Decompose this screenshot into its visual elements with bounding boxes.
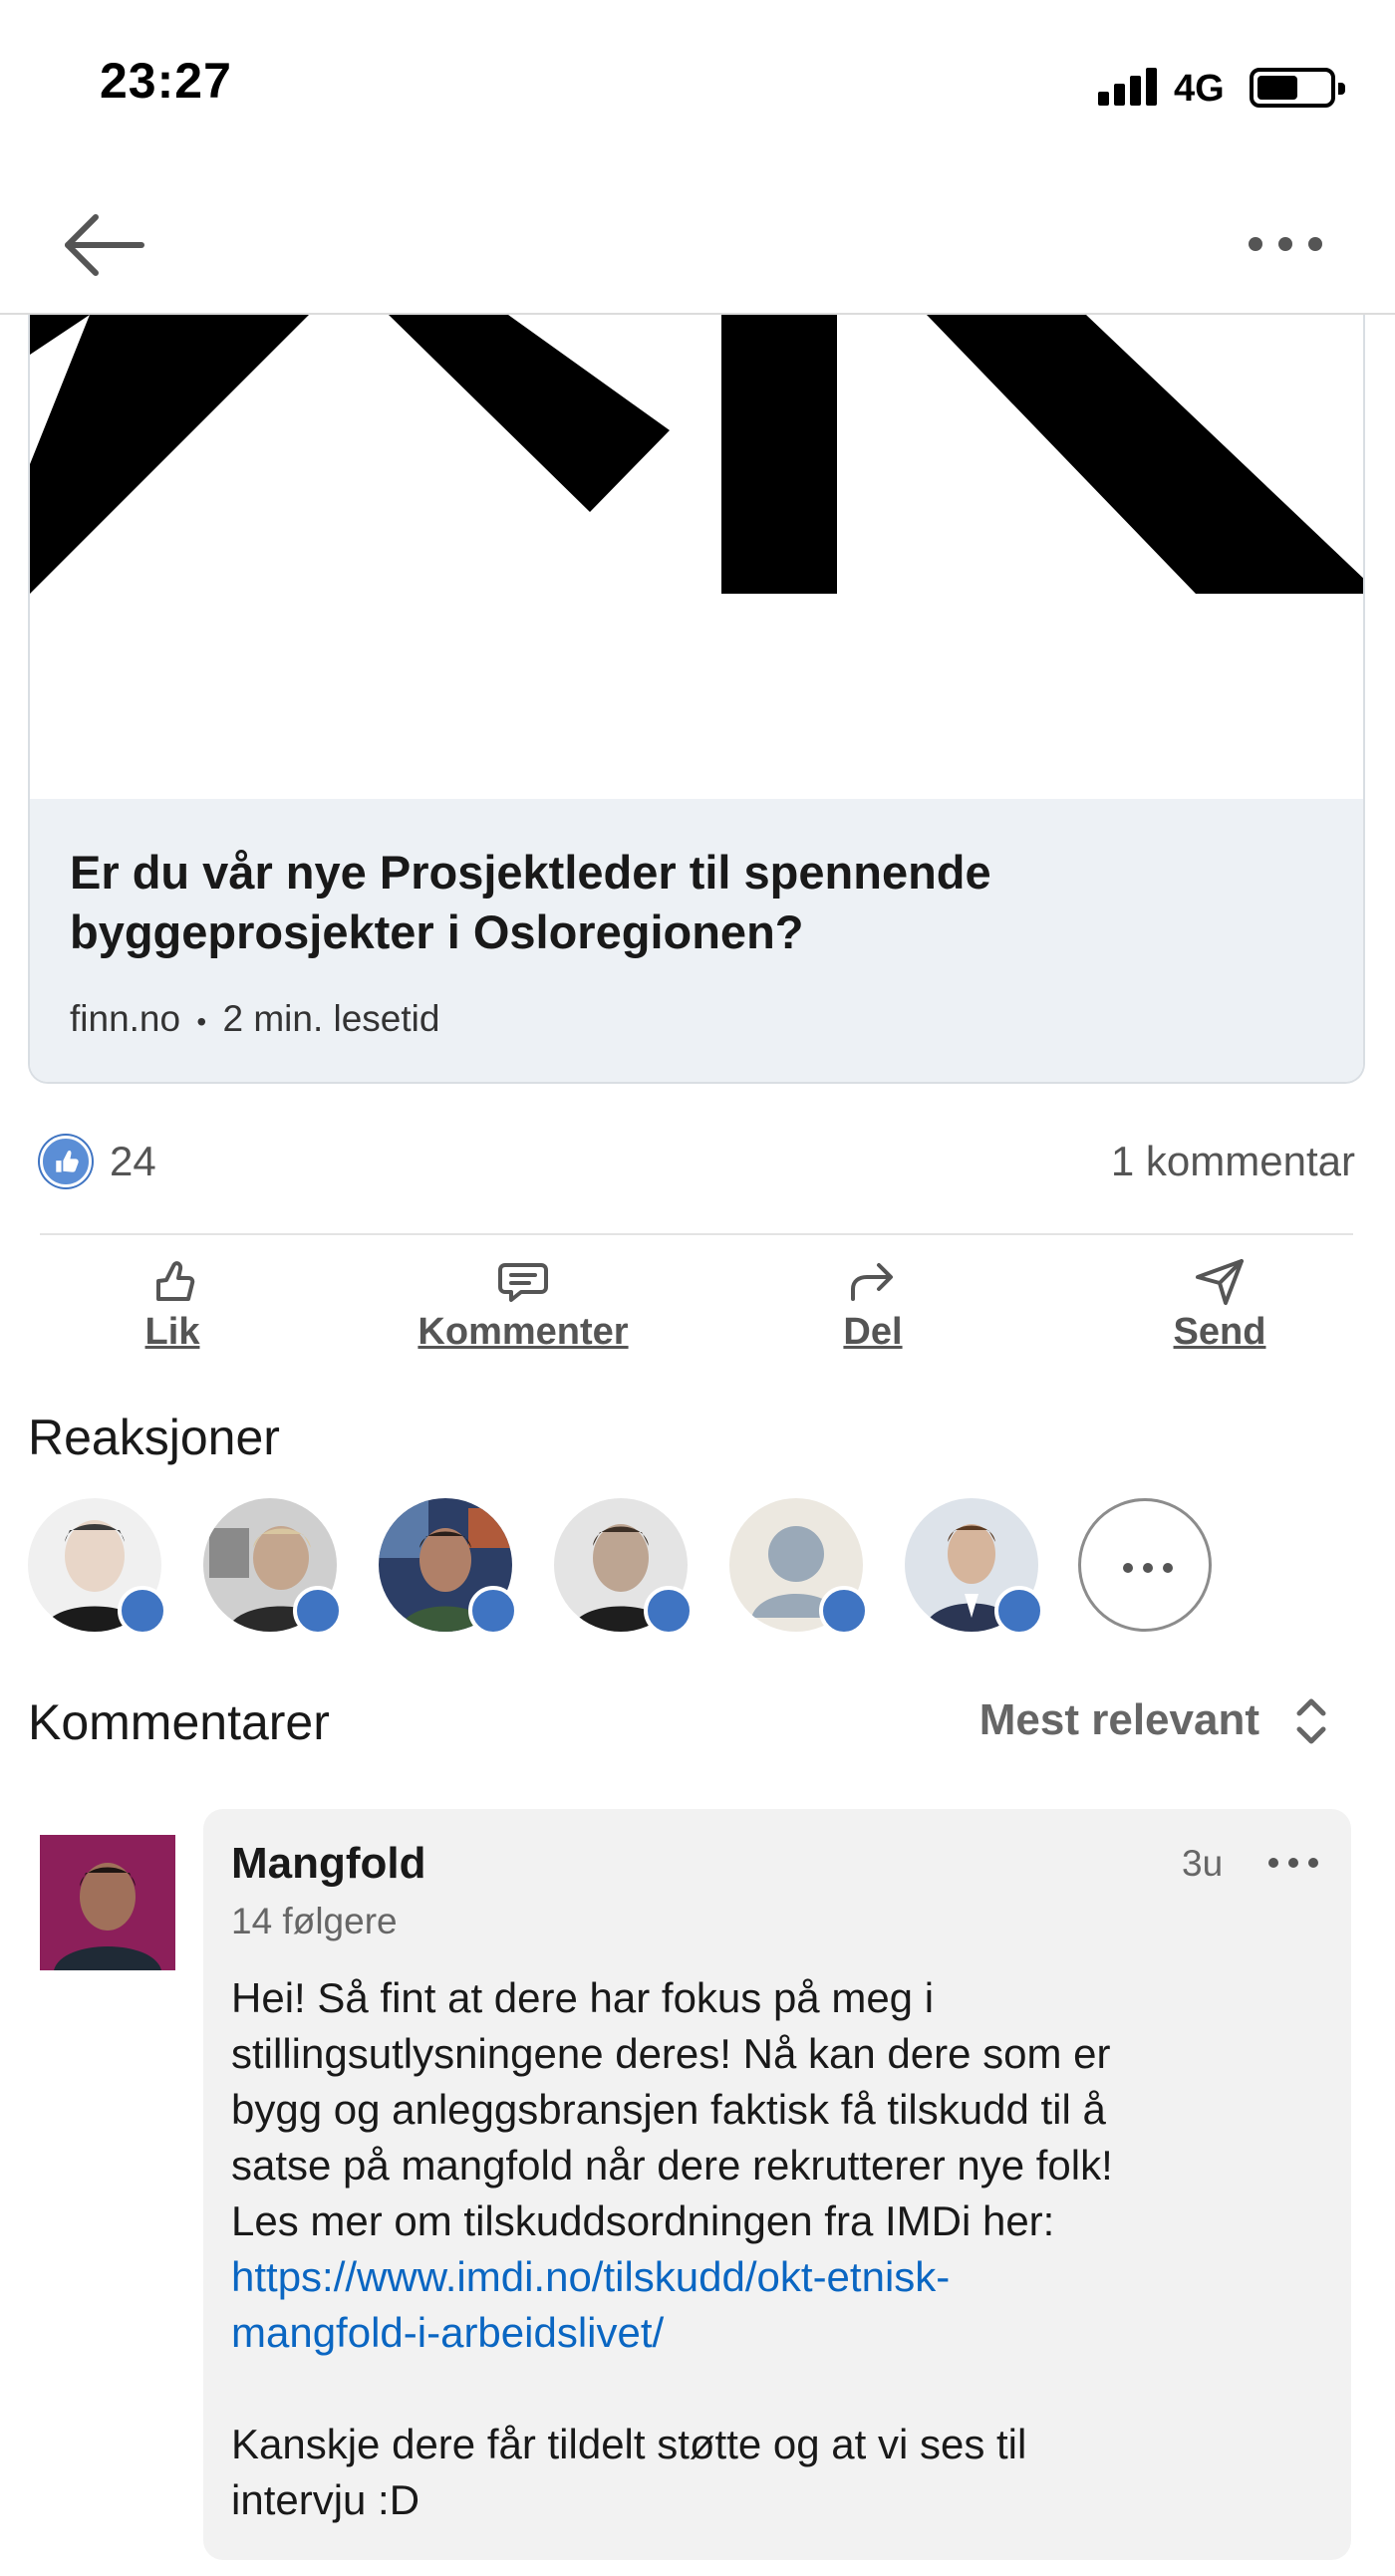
comment-text-line: intervju :D — [231, 2476, 420, 2523]
article-meta: finn.no • 2 min. lesetid — [70, 998, 439, 1040]
like-count[interactable]: 24 — [110, 1138, 156, 1185]
comment-text-line: bygg og anleggsbransjen faktisk få tilsk… — [231, 2086, 1106, 2133]
reaction-avatar-placeholder[interactable] — [729, 1498, 869, 1636]
more-reactions-button[interactable] — [1078, 1498, 1212, 1632]
like-badge-icon — [994, 1586, 1044, 1636]
share-button-label: Del — [843, 1311, 903, 1353]
back-arrow-icon[interactable] — [60, 205, 149, 285]
status-time: 23:27 — [100, 53, 232, 109]
status-bar: 23:27 4G — [0, 0, 1395, 169]
commenter-avatar[interactable] — [40, 1835, 175, 1970]
reaction-avatar[interactable] — [379, 1498, 518, 1636]
like-badge-icon — [118, 1586, 167, 1636]
social-counts: 24 1 kommentar — [40, 1126, 1355, 1195]
reaction-avatar[interactable] — [554, 1498, 694, 1636]
comment-more-options-icon[interactable] — [1265, 1853, 1321, 1873]
meta-separator: • — [196, 1006, 207, 1037]
signal-icon — [1098, 66, 1160, 106]
comment-time: 3u — [1182, 1843, 1224, 1884]
comment-author[interactable]: Mangfold — [231, 1839, 426, 1889]
like-button[interactable]: Lik — [118, 1253, 227, 1354]
send-button-label: Send — [1173, 1311, 1266, 1353]
like-badge-icon — [819, 1586, 869, 1636]
comment-text-line: satse på mangfold når dere rekrutterer n… — [231, 2142, 1113, 2189]
reactions-heading: Reaksjoner — [28, 1410, 280, 1465]
comment-bubble: Mangfold 14 følgere 3u Hei! Så fint at d… — [203, 1809, 1351, 2560]
article-image — [30, 315, 1363, 799]
share-button[interactable]: Del — [823, 1253, 923, 1354]
like-badge-icon — [293, 1586, 343, 1636]
comment-icon — [498, 1263, 548, 1302]
article-info: Er du vår nye Prosjektleder til spennend… — [30, 799, 1363, 1082]
article-card[interactable]: Er du vår nye Prosjektleder til spennend… — [28, 315, 1365, 1084]
network-type: 4G — [1174, 68, 1225, 110]
share-arrow-icon — [851, 1263, 893, 1301]
article-read-time: 2 min. lesetid — [222, 998, 440, 1039]
sort-chevron-icon[interactable] — [1291, 1691, 1331, 1751]
like-badge-icon — [468, 1586, 518, 1636]
thumbs-up-icon — [156, 1261, 195, 1301]
more-options-icon[interactable] — [1236, 219, 1335, 269]
nav-bar — [0, 169, 1395, 315]
article-source: finn.no — [70, 998, 181, 1039]
battery-icon — [1250, 68, 1345, 108]
comment-link[interactable]: mangfold-i-arbeidslivet/ — [231, 2305, 1327, 2361]
send-paper-plane-icon — [1196, 1259, 1244, 1305]
comment-button-label: Kommenter — [418, 1311, 629, 1353]
article-title[interactable]: Er du vår nye Prosjektleder til spennend… — [70, 843, 1325, 962]
comment-text-line: Les mer om tilskuddsordningen fra IMDi h… — [231, 2197, 1055, 2244]
like-button-label: Lik — [144, 1311, 200, 1353]
like-reaction-icon[interactable] — [40, 1136, 92, 1187]
comment-button[interactable]: Kommenter — [399, 1253, 648, 1354]
sort-dropdown[interactable]: Mest relevant — [979, 1695, 1259, 1745]
reactions-list — [28, 1498, 1323, 1638]
comment-count[interactable]: 1 kommentar — [1111, 1138, 1355, 1185]
send-button[interactable]: Send — [1162, 1253, 1277, 1354]
divider — [40, 1233, 1353, 1235]
comment-link[interactable]: https://www.imdi.no/tilskudd/okt-etnisk- — [231, 2249, 1327, 2305]
reaction-avatar[interactable] — [905, 1498, 1044, 1636]
comments-heading: Kommentarer — [28, 1694, 330, 1750]
reaction-avatar[interactable] — [203, 1498, 343, 1636]
comment-text-line: stillingsutlysningene deres! Nå kan dere… — [231, 2030, 1111, 2077]
comment-text-line: Hei! Så fint at dere har fokus på meg i — [231, 1974, 935, 2021]
comment-followers: 14 følgere — [231, 1901, 398, 1941]
comment-body: Hei! Så fint at dere har fokus på meg i … — [231, 1970, 1327, 2528]
like-badge-icon — [644, 1586, 694, 1636]
comment-text-line: Kanskje dere får tildelt støtte og at vi… — [231, 2421, 1027, 2467]
reaction-avatar[interactable] — [28, 1498, 167, 1636]
